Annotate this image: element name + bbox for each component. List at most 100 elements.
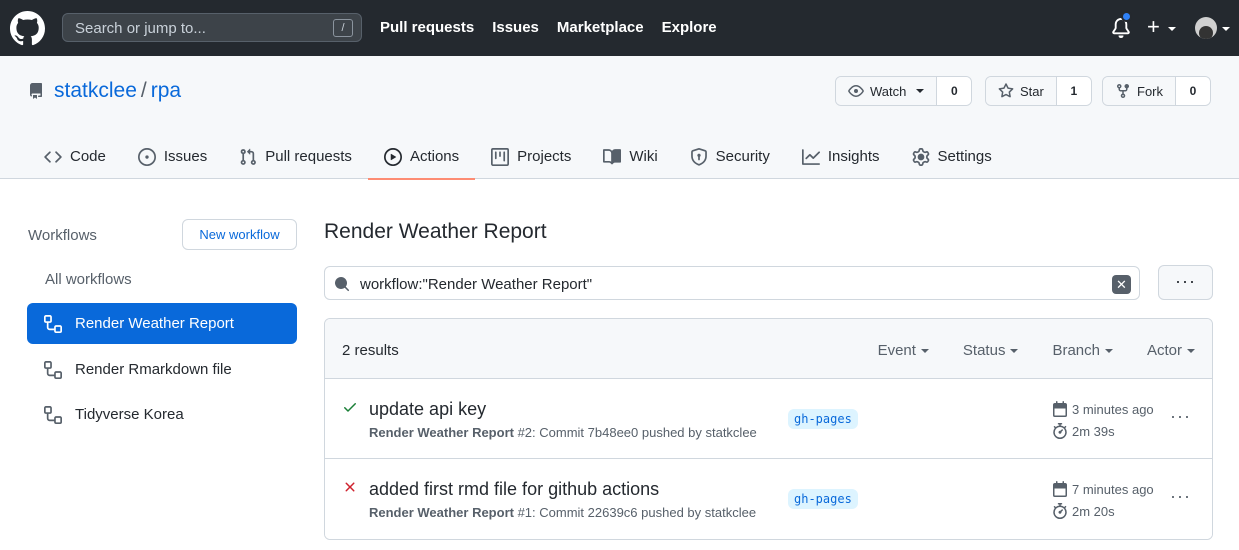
watch-count[interactable]: 0 bbox=[937, 77, 972, 105]
run-detail: #1: Commit 22639c6 pushed by statkclee bbox=[513, 505, 757, 520]
nav-explore[interactable]: Explore bbox=[662, 19, 717, 36]
x-icon bbox=[345, 482, 355, 492]
watch-button-group: Watch 0 bbox=[835, 76, 973, 106]
repo-separator: / bbox=[140, 79, 147, 102]
nav-issues[interactable]: Issues bbox=[492, 19, 539, 36]
tab-issues-label: Issues bbox=[163, 148, 208, 165]
search-icon bbox=[335, 277, 350, 292]
chevron-down-icon bbox=[1187, 348, 1195, 353]
run-more-options-icon[interactable]: ··· bbox=[1170, 406, 1191, 427]
user-menu-caret-icon[interactable] bbox=[1222, 27, 1230, 31]
sidebar-item-render-rmarkdown-file[interactable]: Render Rmarkdown file bbox=[27, 349, 297, 390]
star-label: Star bbox=[1020, 83, 1044, 99]
workflows-heading: Workflows bbox=[28, 227, 97, 244]
chevron-down-icon bbox=[1010, 348, 1019, 353]
run-title-link[interactable]: added first rmd file for github actions bbox=[369, 479, 659, 500]
sidebar-item-tidyverse-korea[interactable]: Tidyverse Korea bbox=[27, 394, 297, 435]
project-icon bbox=[491, 147, 510, 166]
repo-owner-link[interactable]: statkclee bbox=[54, 79, 137, 102]
repo-tabs: Code Issues Pull requests Actions Projec… bbox=[28, 134, 1008, 180]
workflow-run-row[interactable]: added first rmd file for github actions … bbox=[325, 459, 1212, 539]
workflow-icon bbox=[44, 360, 62, 379]
tab-pull-requests[interactable]: Pull requests bbox=[223, 134, 368, 179]
actor-filter-label: Actor bbox=[1146, 342, 1182, 359]
more-options-button[interactable]: ··· bbox=[1158, 265, 1213, 300]
page-title: Render Weather Report bbox=[324, 220, 547, 243]
watch-button[interactable]: Watch bbox=[836, 77, 938, 105]
run-duration: 2m 20s bbox=[1052, 503, 1115, 519]
tab-projects[interactable]: Projects bbox=[475, 134, 587, 179]
tab-issues[interactable]: Issues bbox=[122, 134, 223, 179]
run-workflow-name: Render Weather Report bbox=[369, 425, 514, 440]
create-new-plus-icon[interactable]: + bbox=[1147, 15, 1160, 39]
sidebar-item-render-weather-report[interactable]: Render Weather Report bbox=[27, 303, 297, 344]
workflow-run-row[interactable]: update api key Render Weather Report #2:… bbox=[325, 379, 1212, 459]
nav-marketplace[interactable]: Marketplace bbox=[557, 19, 644, 36]
event-filter-dropdown[interactable]: Event bbox=[878, 342, 929, 359]
workflow-filter-input[interactable]: workflow:"Render Weather Report" ✕ bbox=[324, 266, 1140, 300]
run-duration: 2m 39s bbox=[1052, 423, 1115, 439]
global-nav: Pull requests Issues Marketplace Explore bbox=[380, 19, 717, 36]
book-icon bbox=[603, 148, 622, 164]
repo-header: statkclee / rpa Watch 0 Star 1 Fork 0 Code… bbox=[0, 56, 1239, 180]
star-count[interactable]: 1 bbox=[1056, 77, 1091, 105]
fork-label: Fork bbox=[1137, 83, 1163, 99]
star-icon bbox=[998, 83, 1014, 98]
search-placeholder: Search or jump to... bbox=[75, 20, 206, 37]
check-icon bbox=[344, 403, 356, 412]
tab-settings[interactable]: Settings bbox=[896, 134, 1008, 179]
fork-button[interactable]: Fork bbox=[1103, 77, 1176, 105]
run-workflow-name: Render Weather Report bbox=[369, 505, 514, 520]
status-filter-label: Status bbox=[962, 342, 1006, 359]
branch-badge[interactable]: gh-pages bbox=[788, 489, 858, 509]
repo-title: statkclee / rpa bbox=[54, 79, 181, 103]
branch-filter-dropdown[interactable]: Branch bbox=[1052, 342, 1113, 359]
code-icon bbox=[44, 150, 62, 163]
tab-security[interactable]: Security bbox=[674, 134, 786, 179]
tab-insights[interactable]: Insights bbox=[786, 134, 896, 179]
star-button-group: Star 1 bbox=[985, 76, 1092, 106]
clear-filter-icon[interactable]: ✕ bbox=[1112, 275, 1131, 294]
global-search-input[interactable]: Search or jump to... / bbox=[62, 13, 362, 42]
tab-code[interactable]: Code bbox=[28, 134, 122, 179]
tab-actions[interactable]: Actions bbox=[367, 134, 476, 180]
new-workflow-button[interactable]: New workflow bbox=[182, 219, 297, 250]
workflow-icon bbox=[44, 405, 62, 424]
status-filter-dropdown[interactable]: Status bbox=[963, 342, 1019, 359]
create-new-caret-icon[interactable] bbox=[1168, 27, 1176, 31]
calendar-icon bbox=[1053, 481, 1067, 497]
actor-filter-dropdown[interactable]: Actor bbox=[1147, 342, 1195, 359]
run-title-link[interactable]: update api key bbox=[369, 399, 486, 420]
watch-caret-icon bbox=[916, 89, 925, 93]
chevron-down-icon bbox=[920, 348, 929, 353]
sidebar-item-all-workflows[interactable]: All workflows bbox=[27, 259, 297, 300]
run-time-ago: 7 minutes ago bbox=[1072, 481, 1154, 497]
branch-badge[interactable]: gh-pages bbox=[788, 409, 858, 429]
star-button[interactable]: Star bbox=[986, 77, 1057, 105]
fork-count[interactable]: 0 bbox=[1176, 77, 1210, 105]
tab-settings-label: Settings bbox=[937, 148, 992, 165]
tab-security-label: Security bbox=[715, 148, 770, 165]
nav-pull-requests[interactable]: Pull requests bbox=[380, 19, 474, 36]
workflow-icon bbox=[44, 314, 62, 333]
watch-label: Watch bbox=[870, 83, 907, 99]
run-more-options-icon[interactable]: ··· bbox=[1170, 486, 1191, 507]
tab-pull-requests-label: Pull requests bbox=[265, 148, 352, 165]
run-detail: #2: Commit 7b48ee0 pushed by statkclee bbox=[513, 425, 757, 440]
search-shortcut-key: / bbox=[333, 19, 353, 37]
issue-icon bbox=[137, 147, 156, 166]
github-logo-icon[interactable] bbox=[10, 11, 45, 46]
tab-wiki[interactable]: Wiki bbox=[587, 134, 673, 179]
repo-name-link[interactable]: rpa bbox=[151, 79, 181, 102]
run-duration-value: 2m 20s bbox=[1072, 503, 1115, 519]
stopwatch-icon bbox=[1053, 423, 1067, 439]
run-duration-value: 2m 39s bbox=[1072, 423, 1115, 439]
pull-request-icon bbox=[240, 148, 257, 165]
user-avatar[interactable] bbox=[1195, 17, 1217, 39]
tab-code-label: Code bbox=[70, 148, 106, 165]
fork-icon bbox=[1117, 84, 1129, 99]
tab-projects-label: Projects bbox=[517, 148, 572, 165]
sidebar-item-label: Tidyverse Korea bbox=[75, 406, 184, 423]
sidebar-item-label: All workflows bbox=[45, 271, 132, 288]
global-header: Search or jump to... / Pull requests Iss… bbox=[0, 0, 1239, 56]
